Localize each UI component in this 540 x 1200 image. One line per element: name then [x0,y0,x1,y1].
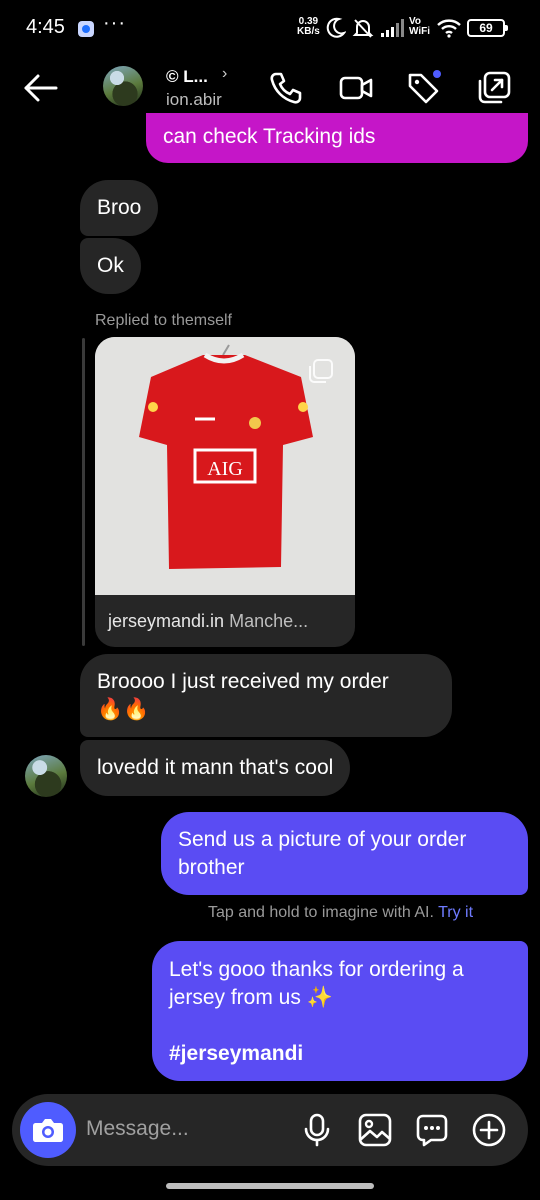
post-caption: jerseymandi.in Manche... [108,611,308,632]
outgoing-message[interactable]: Let's gooo thanks for ordering a jersey … [152,941,528,1081]
ai-hint: Tap and hold to imagine with AI. Try it [208,904,473,922]
bell-muted-icon [352,19,374,38]
message-input[interactable]: Message... [86,1117,189,1141]
try-it-link[interactable]: Try it [438,904,473,921]
battery-indicator: 69 [467,19,508,37]
gallery-icon[interactable] [357,1112,393,1148]
message-text: Ok [97,254,124,277]
incoming-message[interactable]: Broooo I just received my order 🔥🔥 [80,654,452,737]
contact-name[interactable]: © L... [166,67,208,87]
incoming-message[interactable]: Ok [80,238,141,294]
more-notifications-icon: ··· [103,12,126,34]
back-arrow-icon[interactable] [22,70,60,106]
post-title: Manche... [229,611,309,631]
contact-avatar[interactable] [103,66,143,106]
multiple-images-icon [309,359,333,383]
message-text-line: Broooo I just received my order [97,670,389,693]
microphone-icon[interactable] [299,1112,335,1148]
jersey-sponsor-text: AIG [207,458,243,480]
moon-icon [326,17,346,38]
chevron-right-icon[interactable]: › [222,65,227,83]
ai-hint-text: Tap and hold to imagine with AI. [208,904,434,921]
app-notification-icon [78,21,94,37]
message-text: lovedd it mann that's cool [97,756,334,779]
message-composer: Message... [12,1094,528,1166]
message-text: can check Tracking ids [163,125,376,148]
home-indicator[interactable] [166,1183,374,1189]
status-bar: 4:45 ··· 0.39 KB/s Vo WiFi 69 [0,0,540,56]
cell-signal-icon [381,19,404,37]
share-window-icon[interactable] [476,70,512,106]
message-text-line: Send us a picture of your order [178,828,467,851]
shared-post-card[interactable]: AIG jerseymandi.in Manche... [95,337,355,647]
incoming-message[interactable]: Broo [80,180,159,236]
post-domain: jerseymandi.in [108,611,225,631]
contact-username[interactable]: ion.abir [166,90,222,110]
message-text-line: Let's gooo thanks for ordering a [169,958,464,981]
incoming-message[interactable]: lovedd it mann that's cool [80,740,351,796]
sender-avatar[interactable] [25,755,67,797]
reply-indicator-line [82,338,85,646]
outgoing-message[interactable]: Send us a picture of your order brother [161,812,528,895]
tag-icon[interactable] [406,70,442,106]
phone-call-icon[interactable] [268,70,304,106]
message-text: Broo [97,196,142,219]
add-plus-icon[interactable] [471,1112,507,1148]
camera-button[interactable] [20,1102,76,1158]
sticker-chat-icon[interactable] [414,1112,450,1148]
vowifi-label: Vo WiFi [409,17,430,37]
message-emoji: 🔥🔥 [97,698,150,721]
message-hashtag[interactable]: #jerseymandi [169,1040,511,1068]
wifi-text: WiFi [409,26,431,37]
status-time: 4:45 [26,16,65,38]
network-speed: 0.39 KB/s [297,17,320,37]
message-text-line: jersey from us ✨ [169,986,333,1009]
camera-icon [33,1119,63,1142]
replied-to-label: Replied to themself [95,312,232,329]
outgoing-message-partial[interactable]: can check Tracking ids [146,113,528,163]
network-speed-unit: KB/s [297,26,320,37]
message-text-line: brother [178,856,245,879]
video-call-icon[interactable] [338,70,374,106]
wifi-icon [437,19,461,38]
